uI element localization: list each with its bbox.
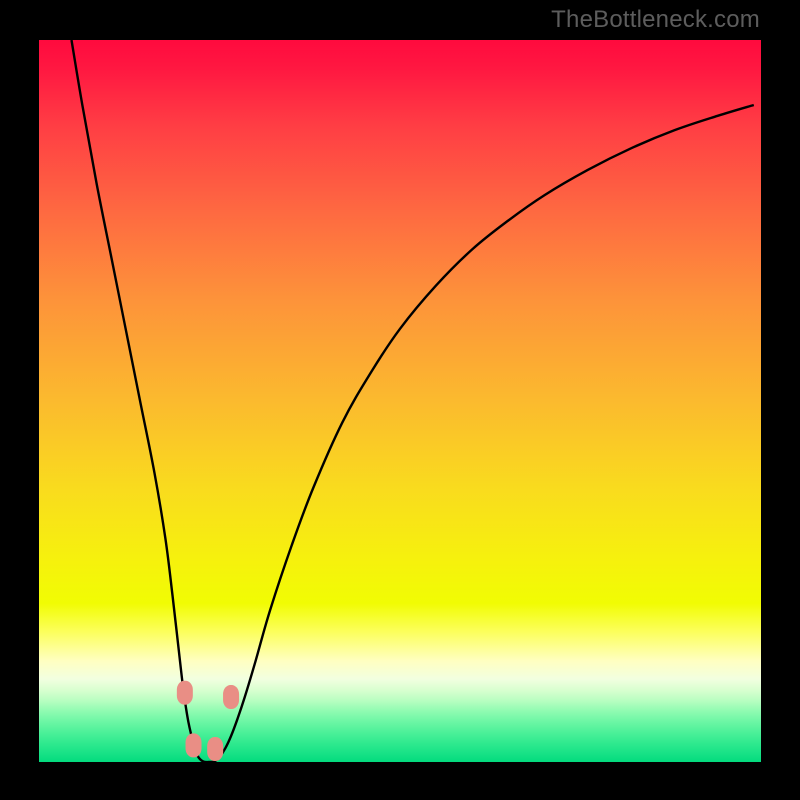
bottleneck-curve (39, 40, 761, 762)
chart-frame: TheBottleneck.com (0, 0, 800, 800)
curve-marker (186, 733, 202, 757)
watermark-text: TheBottleneck.com (551, 6, 760, 34)
curve-path (71, 40, 753, 762)
plot-area (39, 40, 761, 762)
curve-marker (207, 737, 223, 761)
curve-markers (177, 681, 239, 761)
curve-marker (223, 685, 239, 709)
curve-marker (177, 681, 193, 705)
